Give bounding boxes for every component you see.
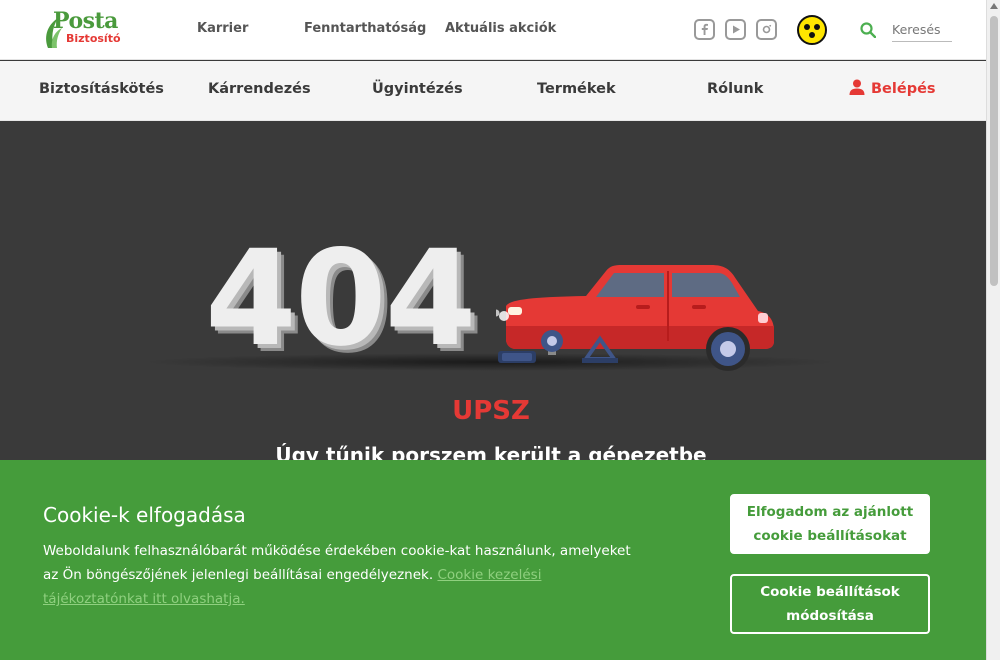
broken-car-illustration [496, 265, 774, 371]
youtube-icon[interactable] [725, 19, 746, 40]
login-link[interactable]: Belépés [849, 79, 936, 97]
search-icon[interactable] [860, 22, 876, 38]
accessibility-icon[interactable] [797, 15, 827, 45]
cookie-settings-button[interactable]: Cookie beállítások módosítása [730, 574, 930, 634]
top-link-fenntarthatosag[interactable]: Fenntarthatóság [304, 21, 426, 36]
top-link-aktualis-akciok[interactable]: Aktuális akciók [445, 21, 556, 36]
nav-item-ugyintezes[interactable]: Ügyintézés [372, 81, 463, 97]
facebook-icon[interactable] [694, 19, 715, 40]
cookie-description: Weboldalunk felhasználóbarát működése ér… [43, 543, 631, 583]
cookie-banner: Cookie-k elfogadása Weboldalunk felhaszn… [0, 460, 986, 660]
logo-brand-text: Posta [53, 8, 118, 34]
instagram-icon[interactable] [756, 19, 777, 40]
nav-item-karrendezes[interactable]: Kárrendezés [208, 81, 311, 97]
cookie-title: Cookie-k elfogadása [43, 503, 246, 527]
error-code: 404 [205, 222, 477, 376]
top-link-karrier[interactable]: Karrier [197, 21, 248, 36]
error-hero: 404 UPSZ Úgy tűnik porszem került a gépe… [0, 121, 986, 460]
logo-sub-text: Biztosító [66, 32, 121, 45]
nav-item-termekek[interactable]: Termékek [537, 81, 616, 97]
page-scrollbar[interactable] [986, 0, 1000, 660]
search-input[interactable] [892, 18, 952, 42]
top-bar: Posta Biztosító Karrier Fenntarthatóság … [0, 0, 986, 60]
main-nav: Biztosításkötés Kárrendezés Ügyintézés T… [0, 61, 986, 121]
user-icon [849, 79, 865, 95]
login-label: Belépés [871, 81, 936, 97]
nav-item-biztositaskotes[interactable]: Biztosításkötés [39, 81, 164, 97]
error-subtitle: Úgy tűnik porszem került a gépezetbe [275, 443, 707, 460]
error-title: UPSZ [452, 396, 530, 426]
posta-biztosito-logo[interactable]: Posta Biztosító [42, 8, 132, 52]
scrollbar-thumb[interactable] [990, 16, 998, 286]
cookie-text: Weboldalunk felhasználóbarát működése ér… [43, 539, 643, 611]
nav-item-rolunk[interactable]: Rólunk [707, 81, 763, 97]
scroll-up-arrow-icon[interactable] [990, 3, 998, 9]
accept-cookies-button[interactable]: Elfogadom az ajánlott cookie beállítások… [730, 494, 930, 554]
